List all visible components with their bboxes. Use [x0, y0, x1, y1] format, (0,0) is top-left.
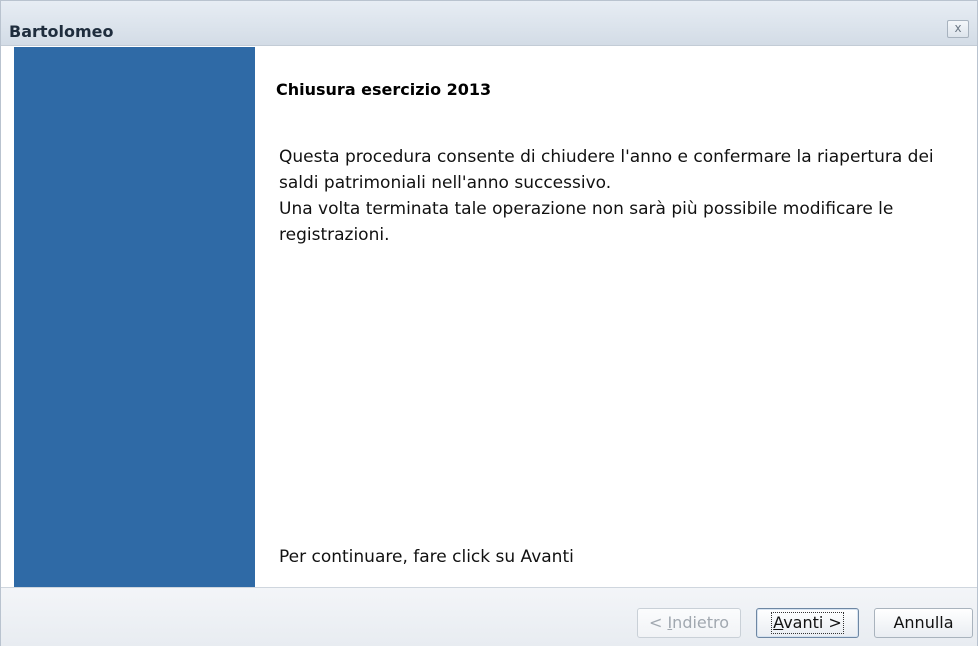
- wizard-content: Chiusura esercizio 2013 Questa procedura…: [255, 47, 977, 587]
- cancel-button-label: Annulla: [893, 613, 954, 632]
- cancel-button[interactable]: Annulla: [874, 608, 973, 638]
- close-icon: x: [954, 21, 962, 35]
- wizard-window: Bartolomeo x Chiusura esercizio 2013 Que…: [0, 0, 978, 646]
- description-line: Una volta terminata tale operazione non …: [279, 199, 894, 245]
- close-button[interactable]: x: [947, 20, 969, 38]
- wizard-sidebar-panel: [14, 47, 255, 587]
- continue-hint: Per continuare, fare click su Avanti: [279, 547, 574, 567]
- button-bar: < Indietro Avanti > Annulla: [1, 587, 977, 646]
- next-button-label: Avanti >: [771, 612, 844, 634]
- page-title: Chiusura esercizio 2013: [276, 80, 492, 99]
- description: Questa procedura consente di chiudere l'…: [279, 144, 959, 248]
- back-button[interactable]: < Indietro: [637, 608, 741, 638]
- description-line: Questa procedura consente di chiudere l'…: [279, 147, 934, 193]
- back-button-label: < Indietro: [648, 613, 730, 632]
- next-button[interactable]: Avanti >: [756, 608, 859, 638]
- title-bar[interactable]: Bartolomeo x: [1, 1, 977, 46]
- window-title: Bartolomeo: [9, 22, 114, 41]
